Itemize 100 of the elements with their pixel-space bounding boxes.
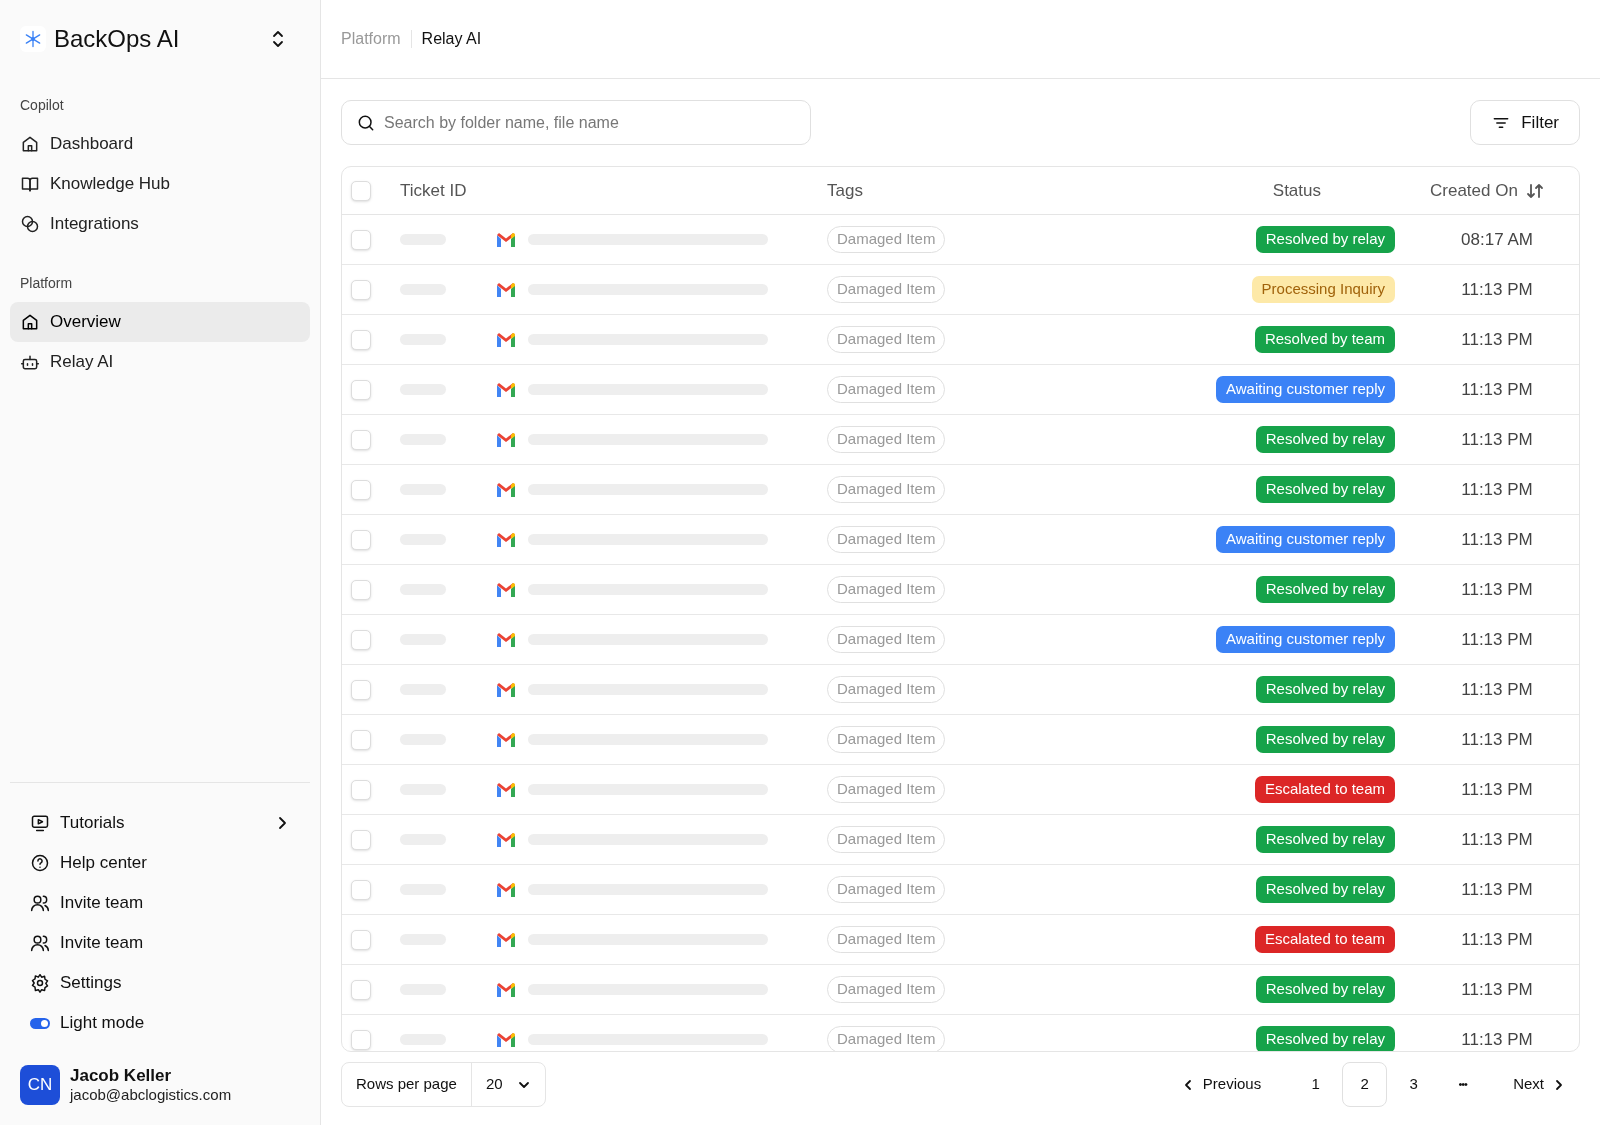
checkbox[interactable] bbox=[351, 479, 371, 500]
page-button[interactable]: 1 bbox=[1293, 1062, 1339, 1107]
table-cell: 11:13 PM bbox=[1461, 879, 1533, 899]
checkbox[interactable] bbox=[351, 1029, 371, 1050]
checkbox[interactable] bbox=[351, 529, 371, 550]
sort-button[interactable]: Created On bbox=[1430, 177, 1544, 204]
checkbox[interactable] bbox=[351, 929, 371, 950]
status-badge: Resolved by relay bbox=[1255, 576, 1395, 603]
nav-item[interactable]: Integrations bbox=[10, 204, 310, 244]
circles-icon bbox=[20, 214, 40, 234]
table-cell: 11:13 PM bbox=[1461, 929, 1533, 949]
status-badge: Resolved by relay bbox=[1255, 476, 1395, 503]
monitor-icon bbox=[30, 813, 50, 833]
home-icon bbox=[20, 312, 40, 332]
mail-icon bbox=[496, 531, 516, 548]
nav-item[interactable]: Relay AI bbox=[10, 342, 310, 382]
nav-item[interactable]: Dashboard bbox=[10, 124, 310, 164]
chevron-up-down-icon bbox=[270, 29, 286, 49]
status-badge: Resolved by relay bbox=[1255, 976, 1395, 1003]
home-icon bbox=[20, 134, 40, 154]
checkbox[interactable] bbox=[351, 629, 371, 650]
breadcrumb-link[interactable]: Relay AI bbox=[421, 27, 482, 51]
avatar: CN bbox=[20, 1065, 60, 1105]
status-badge: Resolved by relay bbox=[1255, 826, 1395, 853]
previous-button[interactable]: Previous bbox=[1166, 1062, 1276, 1107]
page-button[interactable]: 2 bbox=[1342, 1062, 1388, 1107]
users-icon bbox=[30, 893, 50, 913]
mail-icon bbox=[496, 331, 516, 348]
table-cell: 11:13 PM bbox=[1461, 1029, 1533, 1049]
table-cell: 11:13 PM bbox=[1461, 529, 1533, 549]
table-cell: 11:13 PM bbox=[1461, 679, 1533, 699]
status-badge: Escalated to team bbox=[1254, 926, 1395, 953]
rows-per-page-label: Rows per page bbox=[342, 1063, 472, 1106]
table-cell: 11:13 PM bbox=[1461, 729, 1533, 749]
rows-per-page-dropdown[interactable]: 20 bbox=[471, 1063, 545, 1106]
checkbox[interactable] bbox=[351, 429, 371, 450]
checkbox[interactable] bbox=[351, 379, 371, 400]
status-badge: Escalated to team bbox=[1254, 776, 1395, 803]
checkbox[interactable] bbox=[351, 329, 371, 350]
users-icon bbox=[30, 933, 50, 953]
mail-icon bbox=[496, 781, 516, 798]
status-badge: Awaiting customer reply bbox=[1216, 526, 1395, 553]
mail-icon bbox=[496, 931, 516, 948]
filter-button[interactable]: Filter bbox=[1470, 100, 1580, 145]
mail-icon bbox=[496, 581, 516, 598]
status-badge: Resolved by relay bbox=[1255, 676, 1395, 703]
checkbox[interactable] bbox=[351, 180, 371, 201]
status-badge: Processing Inquiry bbox=[1251, 276, 1395, 303]
checkbox[interactable] bbox=[351, 729, 371, 750]
table-cell: 11:13 PM bbox=[1461, 379, 1533, 399]
column-header: Status bbox=[1271, 179, 1322, 202]
mail-icon bbox=[496, 381, 516, 398]
mail-icon bbox=[496, 681, 516, 698]
table-cell: 08:17 AM bbox=[1461, 229, 1533, 249]
checkbox[interactable] bbox=[351, 579, 371, 600]
status-badge: Resolved by relay bbox=[1255, 226, 1395, 253]
table-cell: 11:13 PM bbox=[1461, 579, 1533, 599]
brand-name: BackOps AI bbox=[54, 24, 180, 54]
mail-icon bbox=[496, 881, 516, 898]
menu-item[interactable]: Help center bbox=[20, 843, 300, 883]
more-pages-button[interactable]: ••• bbox=[1440, 1062, 1486, 1107]
page-button[interactable]: 3 bbox=[1391, 1062, 1437, 1107]
table-cell: 11:13 PM bbox=[1461, 479, 1533, 499]
search-box[interactable]: Search by folder name, file name bbox=[341, 100, 811, 145]
checkbox[interactable] bbox=[351, 879, 371, 900]
table-cell: 11:13 PM bbox=[1461, 329, 1533, 349]
toggle-switch[interactable]: Light mode bbox=[20, 1003, 300, 1043]
mail-icon bbox=[496, 431, 516, 448]
status-badge: Resolved by relay bbox=[1255, 1026, 1395, 1051]
table-cell: 11:13 PM bbox=[1461, 429, 1533, 449]
table-cell: 11:13 PM bbox=[1461, 279, 1533, 299]
checkbox[interactable] bbox=[351, 679, 371, 700]
mail-icon bbox=[496, 1031, 516, 1048]
mail-icon bbox=[496, 831, 516, 848]
menu-item[interactable]: Settings bbox=[20, 963, 300, 1003]
column-header: Ticket ID bbox=[400, 179, 468, 202]
menu-item[interactable]: Tutorials bbox=[20, 803, 300, 843]
column-header: Tags bbox=[827, 179, 864, 202]
checkbox[interactable] bbox=[351, 979, 371, 1000]
nav-item[interactable]: Knowledge Hub bbox=[10, 164, 310, 204]
menu-item[interactable]: Invite team bbox=[20, 923, 300, 963]
mail-icon bbox=[496, 981, 516, 998]
checkbox[interactable] bbox=[351, 829, 371, 850]
logo-icon bbox=[20, 26, 46, 52]
sort-icon bbox=[1525, 181, 1544, 200]
status-badge: Resolved by relay bbox=[1255, 726, 1395, 753]
mail-icon bbox=[496, 731, 516, 748]
checkbox[interactable] bbox=[351, 229, 371, 250]
status-badge: Awaiting customer reply bbox=[1216, 376, 1395, 403]
nav-item[interactable]: Overview bbox=[10, 302, 310, 342]
help-icon bbox=[30, 853, 50, 873]
checkbox[interactable] bbox=[351, 779, 371, 800]
mail-icon bbox=[496, 281, 516, 298]
next-button[interactable]: Next bbox=[1499, 1062, 1580, 1107]
mail-icon bbox=[496, 481, 516, 498]
menu-item[interactable]: Invite team bbox=[20, 883, 300, 923]
checkbox[interactable] bbox=[351, 279, 371, 300]
user-name: Jacob Keller bbox=[70, 1066, 173, 1085]
search-field[interactable]: Search by folder name, file name bbox=[384, 101, 796, 144]
section-heading: Platform bbox=[19, 273, 74, 293]
